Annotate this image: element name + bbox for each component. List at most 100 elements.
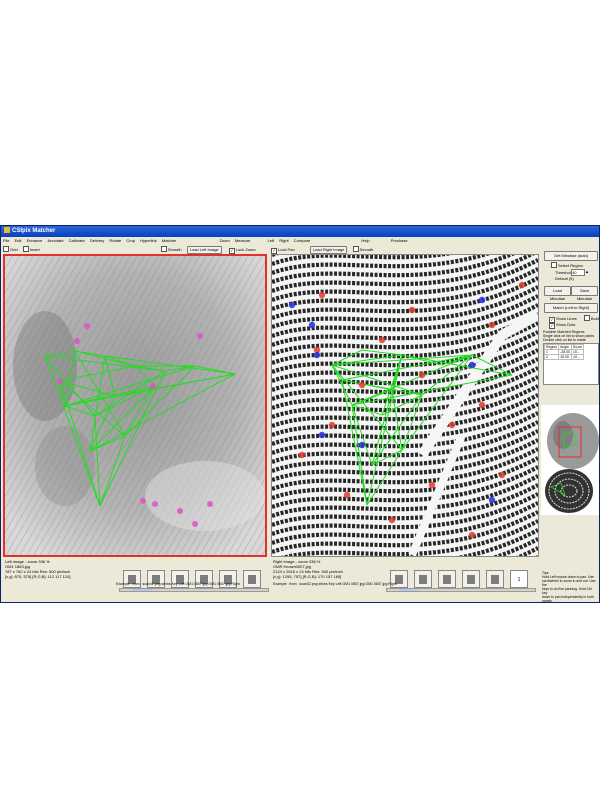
table-header: Region	[543, 344, 560, 350]
title-bar: CSIpix Matcher	[1, 226, 599, 237]
possible-regions-info: Possible Matched Regions Single click on…	[543, 330, 597, 342]
right-status-pixel: [x,y]: 1295, 757] [R,G,B]: 170 157 160]	[273, 574, 342, 579]
right-image-status: Right Image - zoom 336 % OMR Known0007.j…	[273, 559, 343, 579]
menu-rotate[interactable]: Rotate	[109, 238, 121, 243]
menu-delivery[interactable]: Delivery	[90, 238, 104, 243]
tips-line: keys to do fine panning. Hold Ctrl key	[542, 587, 592, 595]
minutia-dot-red	[328, 421, 336, 429]
table-cell: 2	[543, 354, 560, 360]
menu-hyperlink[interactable]: Hyperlink	[140, 238, 157, 243]
load-right-image-button[interactable]: Load Right Image	[309, 246, 348, 254]
minutia-dot-blue	[468, 361, 476, 369]
left-thumb-6[interactable]	[243, 570, 261, 588]
minutia-dot-blue	[308, 321, 316, 329]
smooth-left-checkbox[interactable]	[160, 246, 167, 252]
left-image-status: Left Image - zoom 336 % OM1 1863.jpg 787…	[5, 559, 70, 579]
menu-measure[interactable]: Measure	[235, 238, 251, 243]
minutia-dot-blue	[288, 301, 296, 309]
minutia-dot-red	[318, 291, 326, 299]
minutia-dot	[192, 521, 198, 527]
menu-compare[interactable]: Compare	[294, 238, 310, 243]
left-thumb-scrollbar[interactable]	[119, 588, 269, 592]
table-cell: 15.00	[558, 354, 573, 360]
left-example-caption: Example : from : scan02.png shims Key Le…	[116, 582, 240, 586]
minutia-dot-red	[478, 401, 486, 409]
invert-checkbox[interactable]	[22, 246, 29, 252]
right-fingerprint-image[interactable]	[272, 255, 538, 556]
threshold-stepper-icon[interactable]: ▲	[585, 269, 589, 274]
menu-enhance[interactable]: Enhance	[27, 238, 43, 243]
minutia-dot-red	[428, 481, 436, 489]
left-fingerprint-image[interactable]	[5, 256, 265, 555]
menu-calibrate[interactable]: Calibrate	[69, 238, 85, 243]
select-region-label: Select Region	[558, 263, 583, 268]
minutia-dot-red	[388, 516, 396, 524]
menu-purchase[interactable]: Purchase	[391, 238, 408, 243]
table-header-row: Region Angle Score	[543, 344, 585, 350]
menu-left[interactable]: Left	[268, 238, 275, 243]
menu-crop[interactable]: Crop	[126, 238, 135, 243]
menu-file[interactable]: File	[3, 238, 9, 243]
right-thumb-scrollbar[interactable]	[386, 588, 536, 592]
minutia-dot-red	[468, 531, 476, 539]
minutia-dot-red	[358, 381, 366, 389]
right-thumb-3[interactable]	[438, 570, 456, 588]
lock-zoom-label: Lock Zoom	[235, 247, 256, 252]
matcher-side-panel: Get Minutiae (auto) Select Region Thresh…	[541, 245, 599, 603]
possible-regions-list[interactable]: Region Angle Score 1 -28.00 10... 2 15.0…	[543, 343, 599, 385]
left-status-pixel: [x,y]: 870, 575] [R,G,B]: 112 117 124]	[5, 574, 71, 579]
threshold-input[interactable]: 40	[571, 269, 585, 276]
minutia-dot-red	[408, 306, 416, 314]
right-toolbar: ✓ Lock Pan Load Right Image Smooth	[271, 245, 539, 254]
select-region-checkbox[interactable]	[551, 262, 557, 268]
match-left-to-right-button[interactable]: Match (Left to Right)	[544, 303, 598, 313]
default-label: Default (5)	[555, 276, 574, 281]
table-cell: 10...	[571, 354, 585, 360]
tips-line: scrollwheel to zoom in and out. Use the	[542, 579, 596, 587]
right-thumb-4[interactable]	[462, 570, 480, 588]
overview-thumbnails[interactable]	[541, 405, 599, 515]
menu-zoom[interactable]: Zoom	[219, 238, 229, 243]
minutia-dot-red	[518, 281, 526, 289]
right-thumb-5[interactable]	[486, 570, 504, 588]
menu-annotate[interactable]: Annotate	[48, 238, 64, 243]
save-minutiae-button[interactable]: Save Minutiae	[571, 286, 598, 301]
minutia-dot-blue	[488, 496, 496, 504]
menu-right[interactable]: Right	[279, 238, 288, 243]
get-minutiae-button[interactable]: Get Minutiae (auto)	[544, 251, 598, 261]
minutia-dot-red	[488, 321, 496, 329]
grid-checkbox[interactable]	[3, 246, 9, 252]
left-image-panel[interactable]	[3, 254, 267, 557]
minutia-dot-blue	[318, 431, 326, 439]
invert-label: Invert	[29, 247, 40, 252]
left-toolbar: Grid Invert Smooth Load Left Image ✓ Lock…	[3, 245, 269, 254]
minutia-dot-red	[378, 336, 386, 344]
minutia-dot-red	[498, 471, 506, 479]
show-lines-label: Show Lines	[556, 316, 577, 321]
load-minutiae-button[interactable]: Load Minutiae	[544, 286, 571, 301]
bold-checkbox[interactable]	[583, 315, 590, 321]
page-number-box[interactable]: 1	[510, 570, 528, 588]
regions-table: Region Angle Score 1 -28.00 10... 2 15.0…	[543, 344, 585, 360]
right-thumb-2[interactable]	[414, 570, 432, 588]
menu-matcher[interactable]: Matcher	[162, 238, 176, 243]
table-row[interactable]: 2 15.00 10...	[543, 354, 585, 360]
window-title: CSIpix Matcher	[12, 228, 56, 234]
tips-box: Tips: Hold Left mouse down to pan. Use s…	[542, 571, 598, 603]
menu-help[interactable]: Help	[361, 238, 369, 243]
smooth-right-checkbox[interactable]	[352, 246, 359, 252]
show-dots-checkbox[interactable]: ✓	[549, 323, 555, 329]
menu-edit[interactable]: Edit	[15, 238, 22, 243]
minutia-dot-red	[448, 421, 456, 429]
minutia-dot-blue	[313, 351, 321, 359]
smooth-left-label: Smooth	[167, 247, 182, 252]
menu-bar: File Edit Enhance Annotate Calibrate Del…	[1, 237, 599, 245]
minutia-dot	[150, 383, 156, 389]
load-left-image-button[interactable]: Load Left Image	[186, 246, 222, 254]
table-header: Score	[571, 344, 585, 350]
right-example-caption: Example : from : scan02.png shims Key Le…	[273, 582, 397, 586]
tips-line: down to pan independently in both panels…	[542, 595, 594, 603]
grid-label: Grid	[10, 247, 18, 252]
right-image-panel[interactable]	[271, 254, 539, 557]
minutia-dot	[197, 333, 203, 339]
